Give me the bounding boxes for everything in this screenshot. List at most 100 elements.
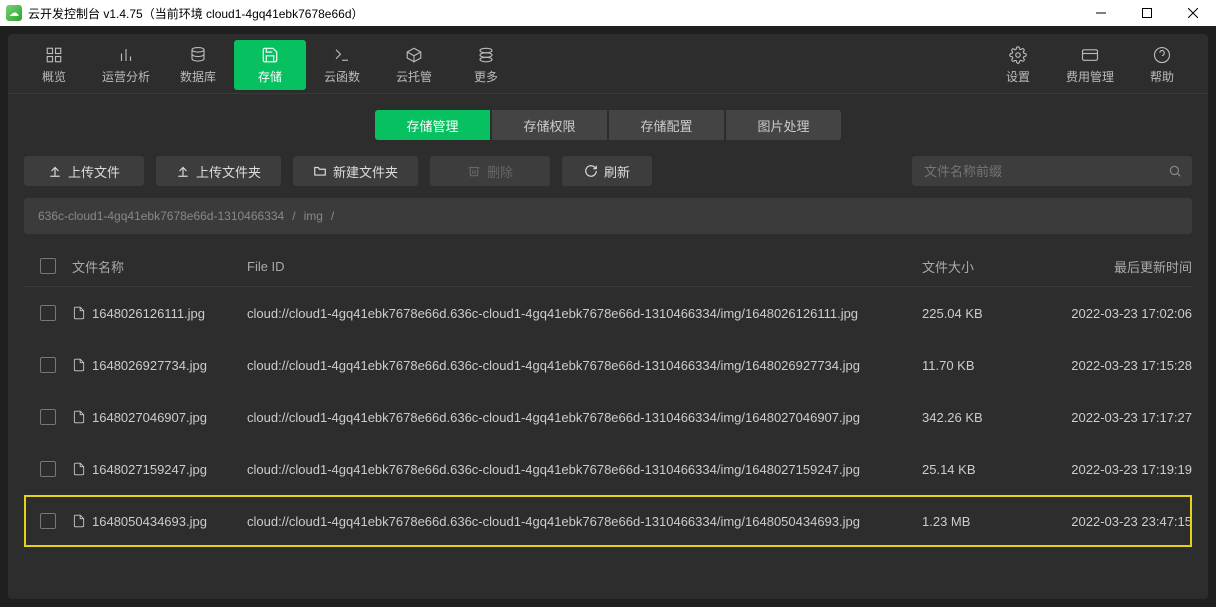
search-input[interactable] [922, 163, 1168, 180]
refresh-label: 刷新 [604, 162, 630, 181]
nav-icon [117, 46, 135, 64]
file-icon [72, 306, 86, 320]
new-folder-label: 新建文件夹 [333, 162, 398, 181]
table-row[interactable]: 1648027159247.jpg cloud://cloud1-4gq41ebk… [24, 443, 1192, 495]
row-checkbox[interactable] [40, 461, 56, 477]
table-row[interactable]: 1648050434693.jpg cloud://cloud1-4gq41ebk… [24, 495, 1192, 547]
close-button[interactable] [1170, 0, 1216, 26]
file-size: 342.26 KB [922, 410, 1037, 425]
file-time: 2022-03-23 17:19:19 [1037, 462, 1192, 477]
nav-label: 概览 [42, 68, 66, 85]
breadcrumb: 636c-cloud1-4gq41ebk7678e66d-1310466334 … [24, 198, 1192, 234]
subtab[interactable]: 存储权限 [492, 110, 607, 140]
file-size: 1.23 MB [922, 514, 1037, 529]
file-name: 1648026126111.jpg [92, 306, 205, 321]
file-id: cloud://cloud1-4gq41ebk7678e66d.636c-clo… [247, 358, 922, 373]
file-name: 1648027159247.jpg [92, 462, 207, 477]
nav-icon [477, 46, 495, 64]
action-toolbar: 上传文件 上传文件夹 新建文件夹 删除 刷新 [8, 156, 1208, 198]
nav-button[interactable]: 云函数 [306, 40, 378, 90]
upload-folder-button[interactable]: 上传文件夹 [156, 156, 281, 186]
nav-button[interactable]: 数据库 [162, 40, 234, 90]
upload-file-label: 上传文件 [68, 162, 120, 181]
nav-button[interactable]: 设置 [982, 40, 1054, 90]
nav-button[interactable]: 帮助 [1126, 40, 1198, 90]
file-size: 25.14 KB [922, 462, 1037, 477]
search-box[interactable] [912, 156, 1192, 186]
file-name: 1648027046907.jpg [92, 410, 207, 425]
subtab[interactable]: 存储管理 [375, 110, 490, 140]
upload-folder-label: 上传文件夹 [196, 162, 261, 181]
refresh-button[interactable]: 刷新 [562, 156, 652, 186]
breadcrumb-folder[interactable]: img [304, 209, 323, 223]
folder-plus-icon [313, 164, 327, 178]
storage-subtabs: 存储管理存储权限存储配置图片处理 [8, 94, 1208, 156]
nav-icon [189, 46, 207, 64]
nav-icon [333, 46, 351, 64]
nav-button[interactable]: 云托管 [378, 40, 450, 90]
row-checkbox[interactable] [40, 357, 56, 373]
file-id: cloud://cloud1-4gq41ebk7678e66d.636c-clo… [247, 306, 922, 321]
file-time: 2022-03-23 17:15:28 [1037, 358, 1192, 373]
nav-label: 设置 [1006, 68, 1030, 85]
nav-button[interactable]: 概览 [18, 40, 90, 90]
select-all-checkbox[interactable] [40, 258, 56, 274]
upload-icon [48, 164, 62, 178]
nav-button[interactable]: 运营分析 [90, 40, 162, 90]
nav-icon [1081, 46, 1099, 64]
file-id: cloud://cloud1-4gq41ebk7678e66d.636c-clo… [247, 514, 922, 529]
table-row[interactable]: 1648026126111.jpg cloud://cloud1-4gq41ebk… [24, 287, 1192, 339]
nav-icon [405, 46, 423, 64]
nav-icon [45, 46, 63, 64]
column-header-size[interactable]: 文件大小 [922, 257, 1037, 276]
titlebar: ☁ 云开发控制台 v1.4.75（当前环境 cloud1-4gq41ebk767… [0, 0, 1216, 26]
subtab[interactable]: 图片处理 [726, 110, 841, 140]
file-icon [72, 462, 86, 476]
nav-button[interactable]: 存储 [234, 40, 306, 90]
file-id: cloud://cloud1-4gq41ebk7678e66d.636c-clo… [247, 462, 922, 477]
maximize-button[interactable] [1124, 0, 1170, 26]
file-icon [72, 358, 86, 372]
nav-icon [1009, 46, 1027, 64]
nav-label: 数据库 [180, 68, 216, 85]
trash-icon [467, 164, 481, 178]
nav-label: 费用管理 [1066, 68, 1114, 85]
file-name: 1648050434693.jpg [92, 514, 207, 529]
delete-label: 删除 [487, 162, 513, 181]
upload-icon [176, 164, 190, 178]
breadcrumb-separator: / [292, 209, 295, 223]
file-size: 225.04 KB [922, 306, 1037, 321]
nav-label: 帮助 [1150, 68, 1174, 85]
table-row[interactable]: 1648026927734.jpg cloud://cloud1-4gq41ebk… [24, 339, 1192, 391]
column-header-id[interactable]: File ID [247, 259, 922, 274]
nav-button[interactable]: 费用管理 [1054, 40, 1126, 90]
file-table: 文件名称 File ID 文件大小 最后更新时间 1648026126111.j… [8, 234, 1208, 547]
column-header-time[interactable]: 最后更新时间 [1037, 257, 1192, 276]
search-icon[interactable] [1168, 164, 1182, 178]
column-header-name[interactable]: 文件名称 [72, 257, 247, 276]
nav-button[interactable]: 更多 [450, 40, 522, 90]
file-icon [72, 514, 86, 528]
nav-icon [1153, 46, 1171, 64]
nav-label: 云函数 [324, 68, 360, 85]
new-folder-button[interactable]: 新建文件夹 [293, 156, 418, 186]
row-checkbox[interactable] [40, 305, 56, 321]
subtab[interactable]: 存储配置 [609, 110, 724, 140]
row-checkbox[interactable] [40, 409, 56, 425]
row-checkbox[interactable] [40, 513, 56, 529]
minimize-button[interactable] [1078, 0, 1124, 26]
nav-label: 运营分析 [102, 68, 150, 85]
file-time: 2022-03-23 17:17:27 [1037, 410, 1192, 425]
upload-file-button[interactable]: 上传文件 [24, 156, 144, 186]
breadcrumb-root[interactable]: 636c-cloud1-4gq41ebk7678e66d-1310466334 [38, 209, 284, 223]
nav-label: 存储 [258, 68, 282, 85]
delete-button[interactable]: 删除 [430, 156, 550, 186]
table-row[interactable]: 1648027046907.jpgcloud://cloud1-4gq41ebk… [24, 391, 1192, 443]
file-name: 1648026927734.jpg [92, 358, 207, 373]
file-time: 2022-03-23 23:47:15 [1037, 514, 1192, 529]
nav-label: 云托管 [396, 68, 432, 85]
app-logo-icon: ☁ [6, 5, 22, 21]
file-icon [72, 410, 86, 424]
table-header: 文件名称 File ID 文件大小 最后更新时间 [24, 246, 1192, 287]
breadcrumb-separator: / [331, 209, 334, 223]
